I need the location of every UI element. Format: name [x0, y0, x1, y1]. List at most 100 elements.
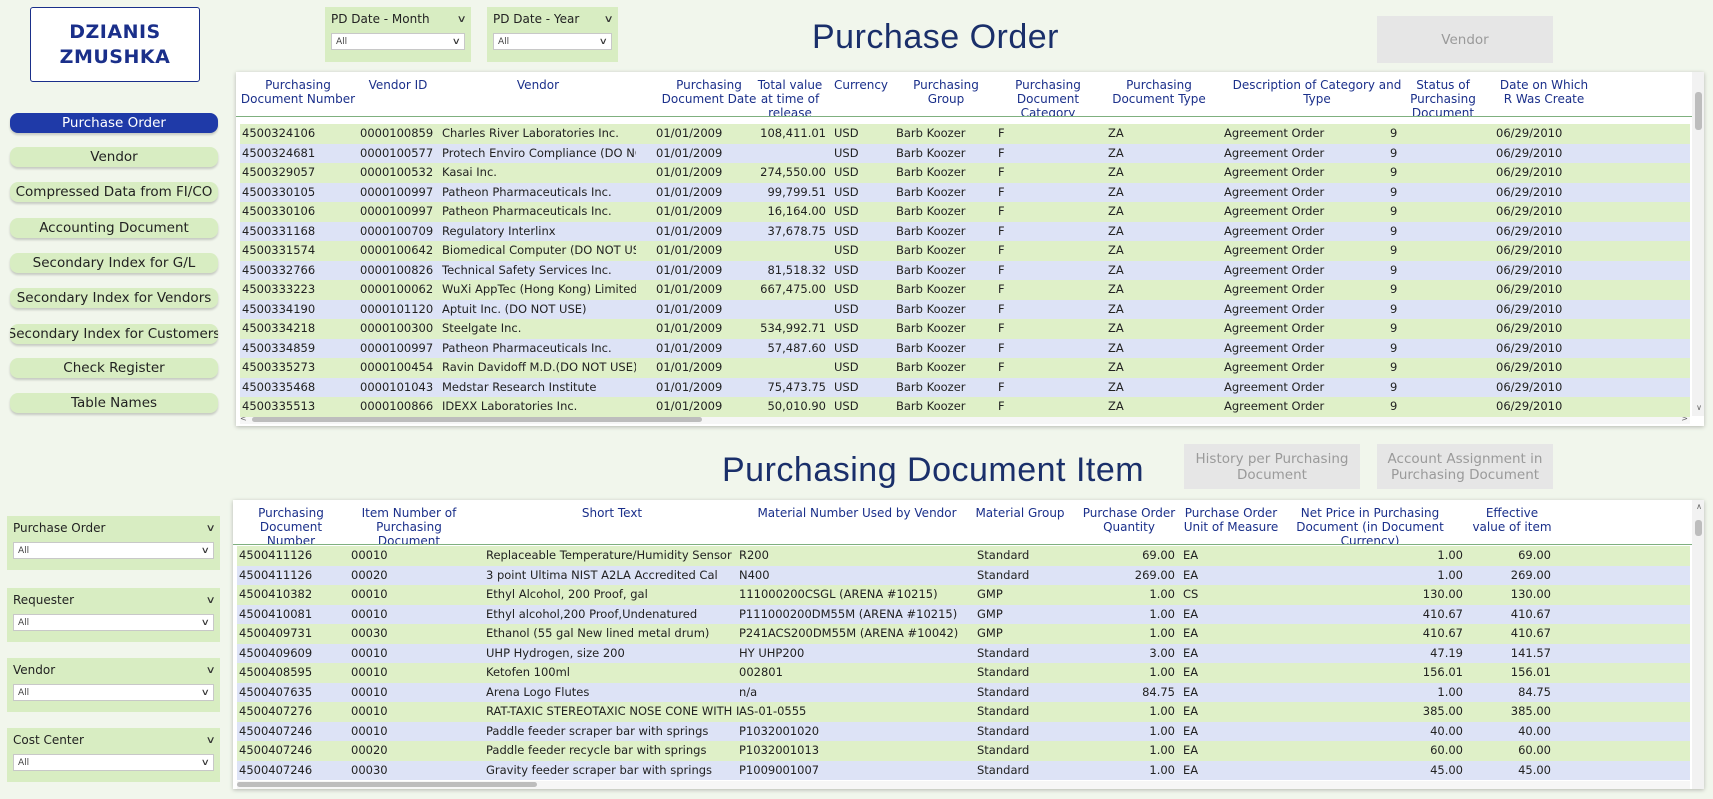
scrollbar-thumb[interactable] [252, 417, 702, 422]
table-cell: Barb Koozer [896, 321, 966, 335]
nav-secondary-index-customers-button[interactable]: Secondary Index for Customers [10, 324, 218, 344]
table-cell: F [998, 243, 1005, 257]
table-row[interactable]: 4500331574 0000100642 Biomedical Computer … [240, 241, 1690, 261]
pd-date-year-slicer[interactable]: PD Date - Year ∨ All ∨ [487, 7, 618, 62]
chevron-down-icon[interactable]: ∨ [456, 14, 466, 25]
vendor-slicer[interactable]: Vendor ∨ All ∨ [7, 658, 220, 712]
column-header[interactable]: Vendor ID [358, 72, 438, 116]
scroll-up-icon[interactable]: ∧ [1696, 502, 1702, 511]
column-header[interactable]: Description of Category and Type [1222, 72, 1412, 116]
column-header[interactable]: Purchasing Group [894, 72, 998, 116]
column-header[interactable]: Purchasing Document Number [237, 500, 345, 544]
table-row[interactable]: 4500334218 0000100300 Steelgate Inc. 01/01/… [240, 319, 1690, 339]
table-row[interactable]: 4500332766 0000100826 Technical Safety Ser… [240, 260, 1690, 280]
column-header[interactable]: Purchasing Document Number [240, 72, 356, 116]
column-header[interactable]: Net Price in Purchasing Document (in Doc… [1273, 500, 1467, 544]
account-assignment-button[interactable]: Account Assignment in Purchasing Documen… [1377, 444, 1553, 489]
table-row[interactable]: 4500407276 00010 RAT-TAXIC STEREOTAXIC NOS… [237, 702, 1690, 722]
scrollbar-thumb[interactable] [237, 782, 537, 787]
pd-date-year-dropdown[interactable]: All ∨ [493, 33, 612, 50]
table-row[interactable]: 4500335513 0000100866 IDEXX Laboratories I… [240, 397, 1690, 417]
table-row[interactable]: 4500334859 0000100997 Patheon Pharmaceutic… [240, 338, 1690, 358]
table-cell: 4500411126 [239, 548, 313, 562]
pd-date-month-dropdown[interactable]: All ∨ [331, 33, 465, 50]
table-row[interactable]: 4500329057 0000100532 Kasai Inc. 01/01/2009… [240, 163, 1690, 183]
table-row[interactable]: 4500331168 0000100709 Regulatory Interlinx… [240, 221, 1690, 241]
table-row[interactable]: 4500407246 00010 Paddle feeder scraper bar… [237, 721, 1690, 741]
table-row[interactable]: 4500334190 0000101120 Aptuit Inc. (DO NOT … [240, 299, 1690, 319]
column-header[interactable]: Purchasing Document Category [996, 72, 1100, 116]
table-row[interactable]: 4500410081 00010 Ethyl alcohol,200 Proof,U… [237, 604, 1690, 624]
table-row[interactable]: 4500407246 00020 Paddle feeder recycle bar… [237, 741, 1690, 761]
vertical-scrollbar[interactable]: ∨ [1692, 72, 1704, 416]
column-header[interactable]: Status of Purchasing Document [1388, 72, 1498, 116]
vendor-button[interactable]: Vendor [1377, 16, 1553, 63]
table-row[interactable]: 4500410382 00010 Ethyl Alcohol, 200 Proof,… [237, 585, 1690, 605]
purchase-order-slicer[interactable]: Purchase Order ∨ All ∨ [7, 516, 220, 570]
table-row[interactable]: 4500408595 00010 Ketofen 100ml 002801 Standa… [237, 663, 1690, 683]
table-row[interactable]: 4500409609 00010 UHP Hydrogen, size 200 HY … [237, 643, 1690, 663]
history-per-purchasing-document-button[interactable]: History per Purchasing Document [1184, 444, 1360, 489]
nav-secondary-index-vendors-button[interactable]: Secondary Index for Vendors [10, 288, 218, 308]
column-header[interactable]: Vendor [440, 72, 636, 116]
table-cell: F [998, 399, 1005, 413]
column-header[interactable]: Purchase Order Unit of Measure [1181, 500, 1281, 544]
column-header[interactable]: Purchasing Document Date [654, 72, 764, 116]
purchase-order-dropdown[interactable]: All ∨ [13, 542, 214, 559]
horizontal-scrollbar[interactable]: < > [240, 414, 1690, 424]
scroll-down-icon[interactable]: ∨ [1696, 403, 1702, 412]
chevron-down-icon[interactable]: ∨ [603, 14, 613, 25]
column-header[interactable]: Material Group [975, 500, 1065, 544]
chevron-down-icon[interactable]: ∨ [205, 735, 215, 746]
column-header[interactable]: Effective value of item [1469, 500, 1555, 544]
table-row[interactable]: 4500411126 00010 Replaceable Temperature/H… [237, 546, 1690, 566]
chevron-down-icon[interactable]: ∨ [205, 523, 215, 534]
pd-date-month-slicer[interactable]: PD Date - Month ∨ All ∨ [325, 7, 471, 62]
table-row[interactable]: 4500324681 0000100577 Protech Enviro Compl… [240, 143, 1690, 163]
nav-compressed-data-button[interactable]: Compressed Data from FI/CO [10, 182, 218, 202]
table-cell: 01/01/2009 [656, 184, 723, 199]
column-header[interactable]: Item Number of Purchasing Document [349, 500, 469, 544]
table-row[interactable]: 4500407246 00030 Gravity feeder scraper ba… [237, 760, 1690, 780]
column-header[interactable]: Short Text [484, 500, 740, 544]
column-header[interactable]: Currency [832, 72, 890, 116]
chevron-down-icon[interactable]: ∨ [205, 595, 215, 606]
column-header[interactable]: Material Number Used by Vendor [737, 500, 977, 544]
scrollbar-thumb[interactable] [1695, 520, 1702, 536]
table-cell: R200 [739, 548, 769, 562]
chevron-down-icon[interactable]: ∨ [205, 665, 215, 676]
table-row[interactable]: 4500411126 00020 3 point Ultima NIST A2LA … [237, 565, 1690, 585]
scrollbar-thumb[interactable] [1695, 92, 1702, 130]
table-row[interactable]: 4500324106 0000100859 Charles River Labora… [240, 124, 1690, 144]
requester-slicer[interactable]: Requester ∨ All ∨ [7, 588, 220, 642]
column-header[interactable]: Total value at time of release [750, 72, 830, 116]
requester-dropdown[interactable]: All ∨ [13, 614, 214, 631]
table-row[interactable]: 4500330106 0000100997 Patheon Pharmaceutic… [240, 202, 1690, 222]
vendor-dropdown[interactable]: All ∨ [13, 684, 214, 701]
cost-center-dropdown[interactable]: All ∨ [13, 754, 214, 771]
table-cell: Standard [977, 723, 1030, 738]
cost-center-slicer[interactable]: Cost Center ∨ All ∨ [7, 728, 220, 782]
table-cell: F [998, 379, 1005, 394]
table-row[interactable]: 4500407635 00010 Arena Logo Flutes n/a Stand… [237, 682, 1690, 702]
vertical-scrollbar[interactable]: ∧ [1692, 500, 1704, 789]
table-row[interactable]: 4500333223 0000100062 WuXi AppTec (Hong Ko… [240, 280, 1690, 300]
table-row[interactable]: 4500330105 0000100997 Patheon Pharmaceutic… [240, 182, 1690, 202]
table-row[interactable]: 4500335273 0000100454 Ravin Davidoff M.D.(… [240, 358, 1690, 378]
column-header[interactable]: Date on Which R Was Create [1494, 72, 1594, 116]
nav-check-register-button[interactable]: Check Register [10, 358, 218, 378]
table-cell: 06/29/2010 [1496, 184, 1563, 199]
table-cell: 0000100062 [360, 282, 434, 296]
table-row[interactable]: 4500409731 00030 Ethanol (55 gal New lined… [237, 624, 1690, 644]
nav-accounting-document-button[interactable]: Accounting Document [10, 218, 218, 238]
nav-vendor-button[interactable]: Vendor [10, 147, 218, 167]
column-header[interactable]: Purchasing Document Type [1106, 72, 1212, 116]
table-cell: 4500407246 [239, 723, 313, 738]
nav-secondary-index-gl-button[interactable]: Secondary Index for G/L [10, 253, 218, 273]
column-header[interactable]: Purchase Order Quantity [1079, 500, 1179, 544]
table-cell: Standard [977, 567, 1030, 582]
table-row[interactable]: 4500335468 0000101043 Medstar Research Ins… [240, 377, 1690, 397]
nav-table-names-button[interactable]: Table Names [10, 393, 218, 413]
horizontal-scrollbar[interactable] [237, 781, 1690, 789]
nav-purchase-order-button[interactable]: Purchase Order [10, 113, 218, 133]
